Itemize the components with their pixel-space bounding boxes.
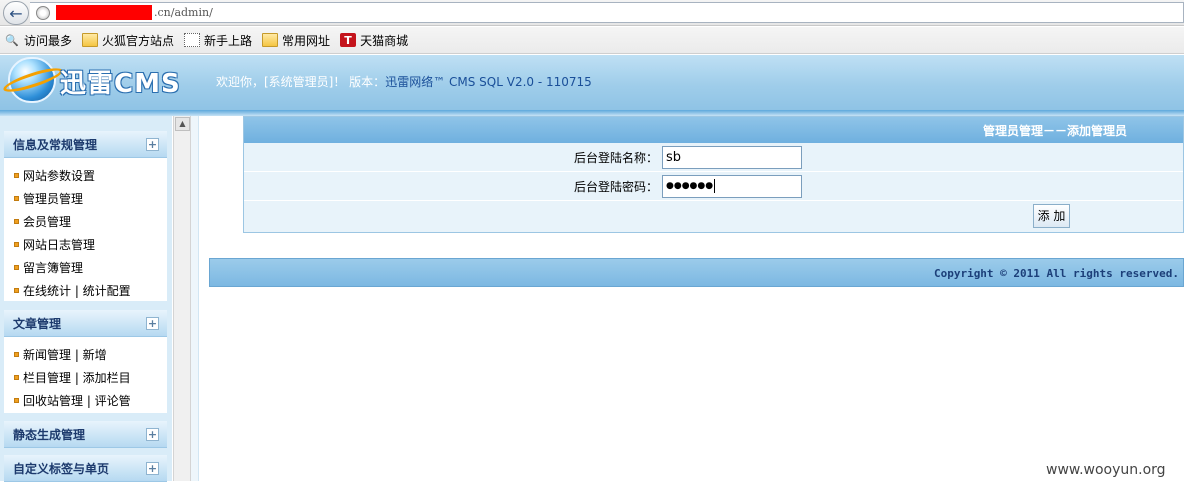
expand-icon[interactable]: + — [146, 428, 159, 441]
bookmark-label: 访问最多 — [24, 33, 73, 48]
site-identity-icon[interactable] — [36, 5, 50, 20]
password-input[interactable]: ●●●●●● — [662, 174, 802, 198]
bullet-icon — [14, 196, 19, 201]
redacted-domain — [56, 5, 152, 20]
version-text: 迅雷网络™ CMS SQL V2.0 - 110715 — [385, 75, 592, 89]
bullet-icon — [14, 219, 19, 224]
bookmark-label: 火狐官方站点 — [102, 33, 175, 48]
bookmark-label: 新手上路 — [204, 33, 253, 48]
bookmarks-toolbar: 🔍 访问最多 火狐官方站点 新手上路 常用网址 T 天猫商城 — [0, 27, 1184, 54]
copyright-text: Copyright © 2011 All rights reserved. — [933, 267, 1179, 280]
sidebar-item-columns[interactable]: 栏目管理 | 添加栏目 — [4, 366, 167, 389]
sidebar-section-static: 静态生成管理 + — [4, 421, 167, 448]
password-row: 后台登陆密码： ●●●●●● — [244, 172, 1183, 201]
form-title: 管理员管理－－添加管理员 — [244, 117, 1183, 143]
bullet-icon — [14, 288, 19, 293]
scroll-up-icon[interactable]: ▲ — [175, 117, 190, 131]
sidebar: 信息及常规管理 + 网站参数设置 管理员管理 会员管理 网站日志管理 留言簿管理… — [0, 116, 172, 482]
sidebar-item-online-stats[interactable]: 在线统计 | 统计配置 — [4, 279, 167, 302]
sidebar-section-header[interactable]: 自定义标签与单页 + — [4, 455, 167, 482]
folder-icon — [262, 33, 279, 47]
bullet-icon — [14, 265, 19, 270]
username-row: 后台登陆名称： sb — [244, 143, 1183, 172]
bullet-icon — [14, 375, 19, 380]
password-label: 后台登陆密码： — [573, 179, 658, 194]
sidebar-section-custom-tags: 自定义标签与单页 + — [4, 455, 167, 482]
bullet-icon — [14, 173, 19, 178]
back-arrow-icon: ← — [9, 3, 23, 23]
add-button[interactable]: 添 加 — [1033, 204, 1070, 228]
text-caret — [714, 179, 716, 193]
browser-toolbar: ← .cn/admin/ — [0, 0, 1184, 26]
sidebar-item-site-settings[interactable]: 网站参数设置 — [4, 164, 167, 187]
frame-divider — [191, 116, 199, 481]
submit-row: 添 加 — [244, 201, 1183, 233]
footer: Copyright © 2011 All rights reserved. — [209, 258, 1184, 287]
expand-icon[interactable]: + — [146, 138, 159, 151]
welcome-message: 欢迎你，[系统管理员]！ 版本：迅雷网络™ CMS SQL V2.0 - 110… — [216, 73, 592, 90]
username-label: 后台登陆名称： — [573, 150, 658, 165]
bookmark-firefox-sites[interactable]: 火狐官方站点 — [82, 32, 174, 49]
logo-text: 迅雷CMS — [60, 69, 181, 99]
bullet-icon — [14, 242, 19, 247]
sidebar-item-guestbook[interactable]: 留言簿管理 — [4, 256, 167, 279]
sidebar-item-member-management[interactable]: 会员管理 — [4, 210, 167, 233]
most-visited-icon: 🔍 — [5, 33, 19, 47]
sidebar-item-site-log[interactable]: 网站日志管理 — [4, 233, 167, 256]
sidebar-section-articles: 文章管理 + 新闻管理 | 新增 栏目管理 | 添加栏目 回收站管理 | 评论管 — [4, 310, 167, 413]
page-icon — [184, 33, 201, 47]
bookmark-most-visited[interactable]: 🔍 访问最多 — [4, 32, 72, 49]
bookmark-common-sites[interactable]: 常用网址 — [262, 32, 330, 49]
sidebar-item-admin-management[interactable]: 管理员管理 — [4, 187, 167, 210]
bookmark-label: 天猫商城 — [360, 33, 409, 48]
sidebar-section-info: 信息及常规管理 + 网站参数设置 管理员管理 会员管理 网站日志管理 留言簿管理… — [4, 131, 167, 301]
sidebar-section-header[interactable]: 信息及常规管理 + — [4, 131, 167, 158]
sidebar-section-header[interactable]: 静态生成管理 + — [4, 421, 167, 448]
url-text: .cn/admin/ — [154, 6, 213, 19]
add-admin-form: 管理员管理－－添加管理员 后台登陆名称： sb 后台登陆密码： ●●●●●● 添… — [243, 116, 1184, 233]
bookmark-getting-started[interactable]: 新手上路 — [184, 32, 252, 49]
tmall-icon: T — [340, 33, 357, 47]
expand-icon[interactable]: + — [146, 462, 159, 475]
sidebar-item-news[interactable]: 新闻管理 | 新增 — [4, 343, 167, 366]
address-bar[interactable]: .cn/admin/ — [30, 2, 1184, 23]
section-title: 静态生成管理 — [13, 427, 86, 442]
back-button[interactable]: ← — [3, 1, 29, 25]
section-title: 文章管理 — [13, 316, 62, 331]
section-title: 信息及常规管理 — [13, 137, 98, 152]
cms-header: 迅雷CMS 欢迎你，[系统管理员]！ 版本：迅雷网络™ CMS SQL V2.0… — [0, 55, 1184, 110]
expand-icon[interactable]: + — [146, 317, 159, 330]
sidebar-item-recycle[interactable]: 回收站管理 | 评论管 — [4, 389, 167, 412]
username-input[interactable]: sb — [662, 145, 802, 169]
welcome-text: 欢迎你，[系统管理员]！ 版本： — [216, 75, 386, 89]
folder-icon — [82, 33, 99, 47]
section-title: 自定义标签与单页 — [13, 461, 110, 476]
sidebar-scrollbar[interactable]: ▲ — [173, 116, 191, 481]
bookmark-label: 常用网址 — [282, 33, 331, 48]
watermark: www.wooyun.org — [1046, 462, 1166, 478]
bookmark-tmall[interactable]: T 天猫商城 — [340, 32, 408, 49]
bullet-icon — [14, 398, 19, 403]
sidebar-section-header[interactable]: 文章管理 + — [4, 310, 167, 337]
bullet-icon — [14, 352, 19, 357]
